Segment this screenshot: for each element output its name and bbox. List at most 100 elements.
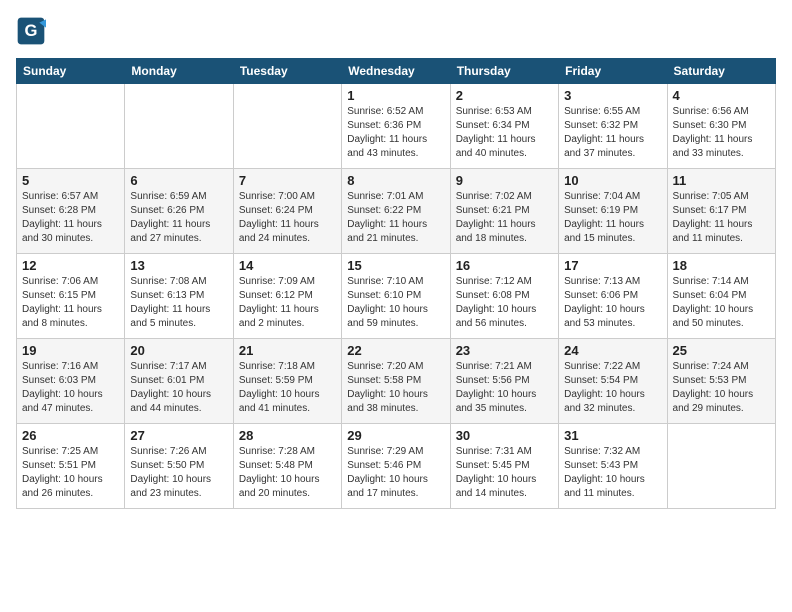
day-number: 7 (239, 173, 336, 188)
weekday-header-saturday: Saturday (667, 59, 775, 84)
day-info: Sunrise: 7:16 AM Sunset: 6:03 PM Dayligh… (22, 360, 119, 416)
calendar-cell: 3Sunrise: 6:55 AM Sunset: 6:32 PM Daylig… (559, 84, 667, 169)
calendar-cell: 16 Sunrise: 7:12 AM Sunset: 6:08 PM Dayli… (450, 254, 558, 339)
day-info: Sunrise: 7:28 AM Sunset: 5:48 PM Dayligh… (239, 445, 336, 501)
day-info: Sunrise: 7:00 AM Sunset: 6:24 PM Dayligh… (239, 190, 336, 246)
day-number: 16 (456, 258, 553, 273)
svg-text:G: G (25, 21, 38, 40)
calendar-week-2: 5 Sunrise: 6:57 AM Sunset: 6:28 PM Daylig… (17, 169, 776, 254)
logo: G (16, 16, 50, 46)
day-info: Sunrise: 7:32 AM Sunset: 5:43 PM Dayligh… (564, 445, 661, 501)
calendar-cell: 6 Sunrise: 6:59 AM Sunset: 6:26 PM Daylig… (125, 169, 233, 254)
calendar-cell: 13Sunrise: 7:08 AM Sunset: 6:13 PM Dayli… (125, 254, 233, 339)
calendar-cell: 19 Sunrise: 7:16 AM Sunset: 6:03 PM Dayli… (17, 339, 125, 424)
day-info: Sunrise: 7:04 AM Sunset: 6:19 PM Dayligh… (564, 190, 661, 246)
day-info: Sunrise: 7:20 AM Sunset: 5:58 PM Dayligh… (347, 360, 444, 416)
calendar-cell: 29 Sunrise: 7:29 AM Sunset: 5:46 PM Dayli… (342, 424, 450, 509)
day-info: Sunrise: 7:09 AM Sunset: 6:12 PM Dayligh… (239, 275, 336, 331)
calendar-cell (17, 84, 125, 169)
logo-icon: G (16, 16, 46, 46)
day-number: 19 (22, 343, 119, 358)
day-info: Sunrise: 7:12 AM Sunset: 6:08 PM Dayligh… (456, 275, 553, 331)
calendar-cell: 21 Sunrise: 7:18 AM Sunset: 5:59 PM Dayli… (233, 339, 341, 424)
calendar-cell: 23 Sunrise: 7:21 AM Sunset: 5:56 PM Dayli… (450, 339, 558, 424)
day-number: 26 (22, 428, 119, 443)
day-number: 28 (239, 428, 336, 443)
day-info: Sunrise: 6:57 AM Sunset: 6:28 PM Dayligh… (22, 190, 119, 246)
calendar-cell: 22 Sunrise: 7:20 AM Sunset: 5:58 PM Dayli… (342, 339, 450, 424)
day-info: Sunrise: 7:26 AM Sunset: 5:50 PM Dayligh… (130, 445, 227, 501)
calendar-cell: 17 Sunrise: 7:13 AM Sunset: 6:06 PM Dayli… (559, 254, 667, 339)
day-number: 5 (22, 173, 119, 188)
day-info: Sunrise: 6:52 AM Sunset: 6:36 PM Dayligh… (347, 105, 444, 161)
day-info: Sunrise: 6:56 AM Sunset: 6:30 PM Dayligh… (673, 105, 770, 161)
day-info: Sunrise: 6:55 AM Sunset: 6:32 PM Dayligh… (564, 105, 661, 161)
day-info: Sunrise: 7:13 AM Sunset: 6:06 PM Dayligh… (564, 275, 661, 331)
calendar-cell: 12 Sunrise: 7:06 AM Sunset: 6:15 PM Dayli… (17, 254, 125, 339)
calendar-cell: 5 Sunrise: 6:57 AM Sunset: 6:28 PM Daylig… (17, 169, 125, 254)
day-number: 31 (564, 428, 661, 443)
day-number: 29 (347, 428, 444, 443)
day-number: 17 (564, 258, 661, 273)
day-info: Sunrise: 6:53 AM Sunset: 6:34 PM Dayligh… (456, 105, 553, 161)
calendar-cell: 25 Sunrise: 7:24 AM Sunset: 5:53 PM Dayli… (667, 339, 775, 424)
calendar-cell: 8 Sunrise: 7:01 AM Sunset: 6:22 PM Daylig… (342, 169, 450, 254)
calendar-cell: 9 Sunrise: 7:02 AM Sunset: 6:21 PM Daylig… (450, 169, 558, 254)
day-info: Sunrise: 7:06 AM Sunset: 6:15 PM Dayligh… (22, 275, 119, 331)
day-number: 15 (347, 258, 444, 273)
weekday-header-row: SundayMondayTuesdayWednesdayThursdayFrid… (17, 59, 776, 84)
weekday-header-sunday: Sunday (17, 59, 125, 84)
calendar-cell: 7 Sunrise: 7:00 AM Sunset: 6:24 PM Daylig… (233, 169, 341, 254)
day-info: Sunrise: 7:10 AM Sunset: 6:10 PM Dayligh… (347, 275, 444, 331)
day-info: Sunrise: 7:18 AM Sunset: 5:59 PM Dayligh… (239, 360, 336, 416)
day-info: Sunrise: 7:14 AM Sunset: 6:04 PM Dayligh… (673, 275, 770, 331)
calendar-cell: 28 Sunrise: 7:28 AM Sunset: 5:48 PM Dayli… (233, 424, 341, 509)
day-number: 11 (673, 173, 770, 188)
day-info: Sunrise: 7:08 AM Sunset: 6:13 PM Dayligh… (130, 275, 227, 331)
calendar-cell: 1 Sunrise: 6:52 AM Sunset: 6:36 PM Daylig… (342, 84, 450, 169)
day-number: 8 (347, 173, 444, 188)
calendar-cell: 10 Sunrise: 7:04 AM Sunset: 6:19 PM Dayli… (559, 169, 667, 254)
day-number: 30 (456, 428, 553, 443)
weekday-header-thursday: Thursday (450, 59, 558, 84)
calendar-cell (233, 84, 341, 169)
day-number: 14 (239, 258, 336, 273)
day-number: 21 (239, 343, 336, 358)
day-number: 25 (673, 343, 770, 358)
weekday-header-wednesday: Wednesday (342, 59, 450, 84)
day-number: 22 (347, 343, 444, 358)
day-number: 1 (347, 88, 444, 103)
calendar-cell: 30Sunrise: 7:31 AM Sunset: 5:45 PM Dayli… (450, 424, 558, 509)
day-info: Sunrise: 7:21 AM Sunset: 5:56 PM Dayligh… (456, 360, 553, 416)
calendar-cell: 31 Sunrise: 7:32 AM Sunset: 5:43 PM Dayli… (559, 424, 667, 509)
day-number: 12 (22, 258, 119, 273)
calendar-cell: 2 Sunrise: 6:53 AM Sunset: 6:34 PM Daylig… (450, 84, 558, 169)
day-number: 9 (456, 173, 553, 188)
day-number: 18 (673, 258, 770, 273)
day-number: 10 (564, 173, 661, 188)
calendar-cell: 14 Sunrise: 7:09 AM Sunset: 6:12 PM Dayli… (233, 254, 341, 339)
day-number: 23 (456, 343, 553, 358)
day-info: Sunrise: 6:59 AM Sunset: 6:26 PM Dayligh… (130, 190, 227, 246)
day-info: Sunrise: 7:24 AM Sunset: 5:53 PM Dayligh… (673, 360, 770, 416)
calendar-week-5: 26Sunrise: 7:25 AM Sunset: 5:51 PM Dayli… (17, 424, 776, 509)
day-number: 4 (673, 88, 770, 103)
calendar-week-3: 12 Sunrise: 7:06 AM Sunset: 6:15 PM Dayli… (17, 254, 776, 339)
calendar-week-1: 1 Sunrise: 6:52 AM Sunset: 6:36 PM Daylig… (17, 84, 776, 169)
day-info: Sunrise: 7:22 AM Sunset: 5:54 PM Dayligh… (564, 360, 661, 416)
day-number: 2 (456, 88, 553, 103)
calendar-cell: 27Sunrise: 7:26 AM Sunset: 5:50 PM Dayli… (125, 424, 233, 509)
calendar-cell: 24Sunrise: 7:22 AM Sunset: 5:54 PM Dayli… (559, 339, 667, 424)
day-number: 6 (130, 173, 227, 188)
calendar-cell: 15 Sunrise: 7:10 AM Sunset: 6:10 PM Dayli… (342, 254, 450, 339)
day-info: Sunrise: 7:29 AM Sunset: 5:46 PM Dayligh… (347, 445, 444, 501)
calendar-cell (125, 84, 233, 169)
page-header: G (16, 16, 776, 46)
calendar-cell: 11Sunrise: 7:05 AM Sunset: 6:17 PM Dayli… (667, 169, 775, 254)
day-info: Sunrise: 7:02 AM Sunset: 6:21 PM Dayligh… (456, 190, 553, 246)
day-info: Sunrise: 7:01 AM Sunset: 6:22 PM Dayligh… (347, 190, 444, 246)
weekday-header-tuesday: Tuesday (233, 59, 341, 84)
calendar-cell: 18 Sunrise: 7:14 AM Sunset: 6:04 PM Dayli… (667, 254, 775, 339)
calendar-table: SundayMondayTuesdayWednesdayThursdayFrid… (16, 58, 776, 509)
calendar-cell (667, 424, 775, 509)
